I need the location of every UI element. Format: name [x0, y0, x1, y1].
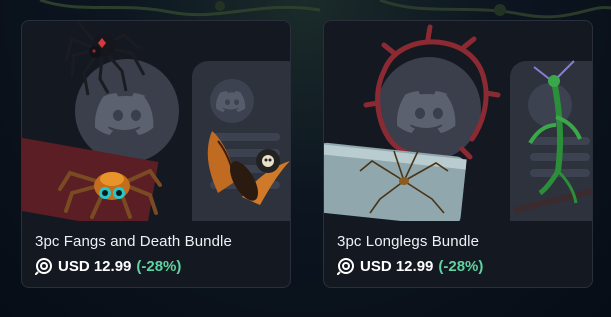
discord-logo-icon: [396, 91, 456, 133]
discord-logo-icon: [215, 91, 246, 112]
price-label: USD 12.99: [360, 257, 434, 275]
orb-currency-icon: [337, 258, 354, 275]
discord-logo-icon: [94, 93, 154, 135]
product-card-longlegs[interactable]: 3pc Longlegs Bundle USD 12.99 (-28%): [323, 20, 593, 288]
orb-currency-icon: [35, 258, 52, 275]
product-title: 3pc Longlegs Bundle: [337, 233, 480, 250]
bundle-preview-art: [324, 24, 592, 221]
price-row: USD 12.99 (-28%): [337, 256, 483, 276]
product-card-fangs-and-death[interactable]: 3pc Fangs and Death Bundle USD 12.99 (-2…: [21, 20, 291, 288]
discount-badge: (-28%): [438, 257, 484, 275]
bundle-preview-art: [22, 21, 290, 221]
discount-badge: (-28%): [136, 257, 182, 275]
price-row: USD 12.99 (-28%): [35, 256, 181, 276]
product-title: 3pc Fangs and Death Bundle: [35, 233, 232, 250]
price-label: USD 12.99: [58, 257, 132, 275]
